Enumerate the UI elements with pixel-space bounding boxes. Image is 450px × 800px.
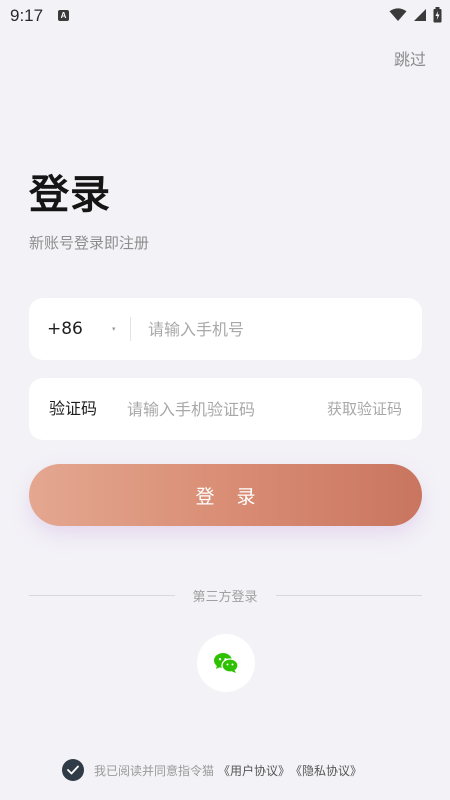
status-bar: 9:17 A (0, 0, 450, 32)
code-field-card: 验证码 获取验证码 (29, 378, 422, 440)
wechat-icon (214, 653, 239, 673)
skip-button[interactable]: 跳过 (394, 46, 426, 70)
verification-code-input[interactable] (127, 378, 309, 440)
status-time: 9:17 (10, 6, 44, 25)
phone-field-card: +86 ▾ (29, 298, 422, 360)
chevron-down-icon[interactable]: ▾ (112, 298, 116, 360)
signal-icon (414, 9, 426, 21)
agreement-row: 我已阅读并同意指令猫 《用户协议》 《隐私协议》 (62, 758, 362, 782)
country-code-selector[interactable]: +86 (47, 298, 83, 360)
page-subtitle: 新账号登录即注册 (29, 234, 150, 252)
agreement-text: 我已阅读并同意指令猫 (94, 763, 215, 778)
phone-input[interactable] (148, 298, 408, 360)
code-field-label: 验证码 (49, 399, 98, 418)
wifi-icon (389, 8, 407, 21)
check-icon (67, 765, 79, 775)
get-code-button[interactable]: 获取验证码 (327, 378, 402, 440)
battery-icon (433, 7, 442, 23)
app-notification-icon: A (58, 10, 69, 21)
divider-right (276, 595, 422, 596)
agree-checkbox[interactable] (62, 759, 84, 781)
page-title: 登录 (29, 172, 111, 218)
privacy-policy-link[interactable]: 《隐私协议》 (290, 762, 362, 779)
field-divider (130, 317, 131, 341)
user-agreement-link[interactable]: 《用户协议》 (218, 762, 290, 779)
login-button[interactable]: 登 录 (29, 464, 422, 526)
status-icons (389, 7, 442, 23)
wechat-login-button[interactable] (197, 634, 255, 692)
